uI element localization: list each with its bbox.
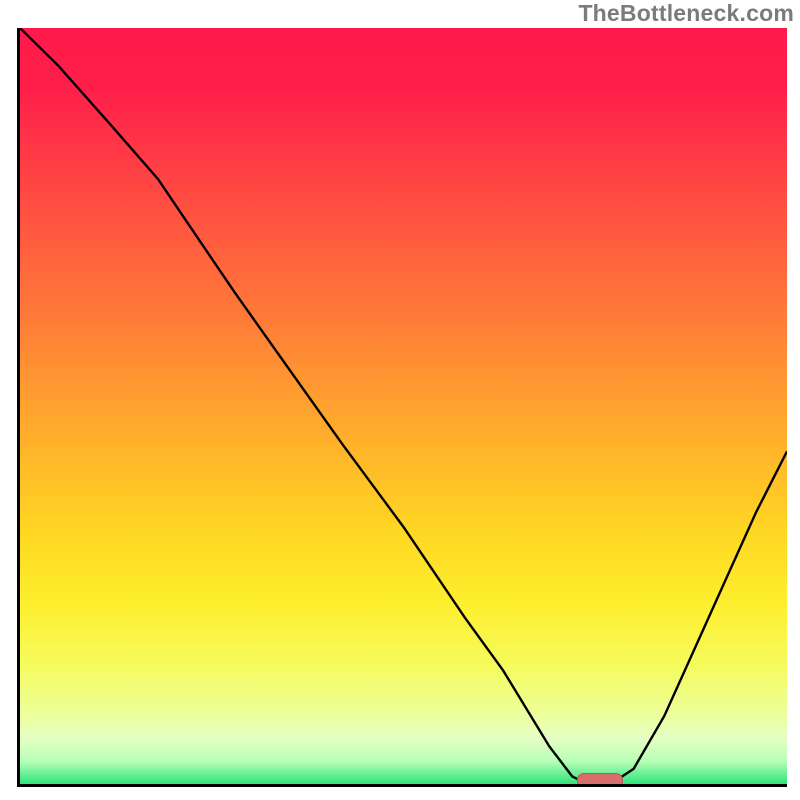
bottleneck-curve bbox=[20, 28, 787, 784]
chart-container: TheBottleneck.com bbox=[0, 0, 800, 800]
plot-area bbox=[17, 28, 787, 787]
curve-path bbox=[20, 28, 787, 784]
watermark-text: TheBottleneck.com bbox=[578, 0, 794, 27]
optimal-point-marker bbox=[577, 773, 623, 787]
